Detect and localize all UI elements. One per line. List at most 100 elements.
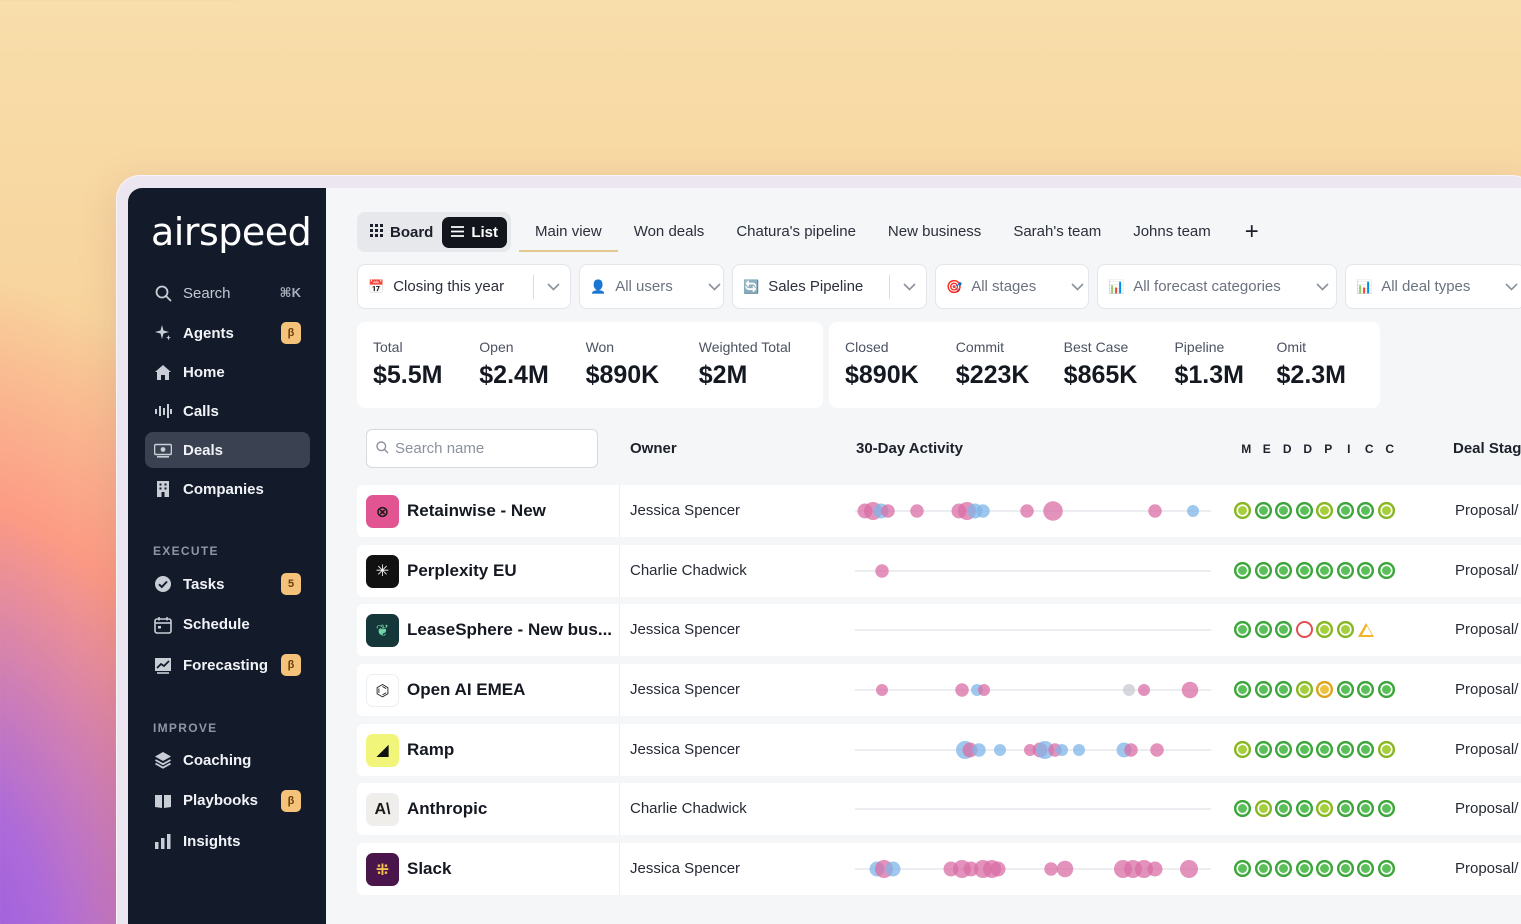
filter-sales-pipeline[interactable]: 🔄 Sales Pipeline <box>732 264 927 309</box>
meddpicc-status-icon[interactable] <box>1357 681 1374 699</box>
sidebar-item-calls[interactable]: Calls <box>145 393 310 429</box>
meddpicc-status-icon[interactable] <box>1275 561 1292 579</box>
activity-marker[interactable] <box>1181 681 1199 699</box>
table-row[interactable]: ✳ Perplexity EU Charlie Chadwick Proposal/ <box>357 544 1521 597</box>
filter-all-stages[interactable]: 🎯 All stages <box>935 264 1089 309</box>
meddpicc-status-icon[interactable] <box>1295 740 1313 758</box>
deal-stage[interactable]: Proposal/ <box>1455 741 1518 758</box>
list-toggle-button[interactable]: List <box>442 216 508 248</box>
meddpicc-status-icon[interactable] <box>1234 621 1251 639</box>
owner-column-header[interactable]: Owner <box>630 440 677 457</box>
sidebar-item-playbooks[interactable]: Playbooks β <box>145 783 310 819</box>
activity-marker[interactable] <box>1138 684 1150 697</box>
meddpicc-status-icon[interactable] <box>1234 860 1251 878</box>
activity-marker[interactable] <box>1020 504 1034 518</box>
deal-name[interactable]: Slack <box>407 859 451 879</box>
tab-new-business[interactable]: New business <box>872 212 997 252</box>
meddpicc-status-icon[interactable] <box>1254 502 1272 519</box>
deal-stage[interactable]: Proposal/ <box>1455 860 1518 877</box>
meddpicc-status-icon[interactable] <box>1357 800 1374 818</box>
meddpicc-status-icon[interactable] <box>1275 740 1292 758</box>
meddpicc-status-icon[interactable] <box>1254 621 1272 639</box>
activity-marker[interactable] <box>994 743 1006 756</box>
table-row[interactable]: ⁜ Slack Jessica Spencer Proposal/ <box>357 843 1521 896</box>
filter-all-deal-types[interactable]: 📊 All deal types <box>1345 264 1521 309</box>
tab-main-view[interactable]: Main view <box>519 212 618 252</box>
sidebar-search[interactable]: Search ⌘K <box>145 275 310 311</box>
tab-johns-team[interactable]: Johns team <box>1117 212 1227 252</box>
meddpicc-status-icon[interactable] <box>1377 561 1395 579</box>
meddpicc-status-icon[interactable] <box>1295 800 1313 818</box>
activity-marker[interactable] <box>990 861 1006 877</box>
activity-marker[interactable] <box>1148 504 1162 518</box>
meddpicc-status-icon[interactable] <box>1377 681 1395 699</box>
meddpicc-status-icon[interactable] <box>1336 681 1354 699</box>
meddpicc-status-icon[interactable] <box>1316 740 1333 758</box>
table-row[interactable]: ❦ LeaseSphere - New bus... Jessica Spencer… <box>357 604 1521 657</box>
meddpicc-status-icon[interactable] <box>1254 740 1272 758</box>
meddpicc-status-icon[interactable] <box>1316 800 1333 818</box>
table-row[interactable]: A\ Anthropic Charlie Chadwick Proposal/ <box>357 783 1521 836</box>
meddpicc-status-icon[interactable] <box>1254 681 1272 699</box>
activity-marker[interactable] <box>1073 743 1085 756</box>
meddpicc-status-icon[interactable] <box>1295 860 1313 878</box>
sidebar-item-coaching[interactable]: Coaching <box>145 742 310 778</box>
meddpicc-status-icon[interactable] <box>1336 502 1354 519</box>
sidebar-item-companies[interactable]: Companies <box>145 471 310 507</box>
meddpicc-status-icon[interactable] <box>1357 561 1374 579</box>
activity-marker[interactable] <box>875 563 889 578</box>
meddpicc-status-icon[interactable] <box>1377 860 1395 878</box>
table-row[interactable]: ⊗ Retainwise - New Jessica Spencer Proposal… <box>357 485 1521 537</box>
meddpicc-status-icon[interactable] <box>1377 800 1395 818</box>
tab-sarah-s-team[interactable]: Sarah's team <box>997 212 1117 252</box>
meddpicc-status-icon[interactable] <box>1275 502 1292 519</box>
activity-marker[interactable] <box>1056 743 1068 756</box>
tab-chatura-s-pipeline[interactable]: Chatura's pipeline <box>720 212 872 252</box>
meddpicc-status-icon[interactable] <box>1357 740 1374 758</box>
meddpicc-status-icon[interactable] <box>1357 860 1374 878</box>
meddpicc-status-icon[interactable] <box>1336 621 1354 639</box>
meddpicc-status-icon[interactable] <box>1234 502 1251 519</box>
meddpicc-status-icon[interactable] <box>1336 740 1354 758</box>
meddpicc-status-icon[interactable] <box>1316 502 1333 519</box>
table-row[interactable]: ◢ Ramp Jessica Spencer Proposal/ <box>357 723 1521 776</box>
meddpicc-status-icon[interactable] <box>1234 561 1251 579</box>
filter-all-users[interactable]: 👤 All users <box>579 264 724 309</box>
meddpicc-status-icon[interactable] <box>1295 502 1313 519</box>
meddpicc-status-icon[interactable] <box>1275 800 1292 818</box>
meddpicc-status-icon[interactable] <box>1295 621 1313 639</box>
meddpicc-status-icon[interactable] <box>1275 681 1292 699</box>
deal-name[interactable]: Ramp <box>407 740 454 760</box>
meddpicc-status-icon[interactable] <box>1377 740 1395 758</box>
filter-closing-this-year[interactable]: 📅 Closing this year <box>357 264 571 309</box>
board-toggle-button[interactable]: Board <box>361 217 442 248</box>
meddpicc-status-icon[interactable] <box>1254 860 1272 878</box>
meddpicc-status-icon[interactable] <box>1316 860 1333 878</box>
deal-stage[interactable]: Proposal/ <box>1455 681 1518 698</box>
activity-marker[interactable] <box>1123 684 1135 697</box>
deal-name[interactable]: Retainwise - New <box>407 501 546 521</box>
sidebar-item-insights[interactable]: Insights <box>145 823 310 859</box>
deal-stage[interactable]: Proposal/ <box>1455 621 1518 638</box>
meddpicc-status-icon[interactable] <box>1254 561 1272 579</box>
tab-won-deals[interactable]: Won deals <box>618 212 721 252</box>
activity-marker[interactable] <box>1187 505 1199 517</box>
meddpicc-status-icon[interactable] <box>1234 681 1251 699</box>
meddpicc-status-icon[interactable] <box>1357 621 1374 638</box>
add-view-button[interactable]: + <box>1245 212 1259 252</box>
activity-marker[interactable] <box>1124 743 1138 757</box>
meddpicc-status-icon[interactable] <box>1295 561 1313 579</box>
meddpicc-status-icon[interactable] <box>1377 502 1395 519</box>
meddpicc-status-icon[interactable] <box>1316 681 1333 699</box>
deal-stage[interactable]: Proposal/ <box>1455 502 1518 519</box>
activity-marker[interactable] <box>1180 860 1198 879</box>
activity-marker[interactable] <box>910 504 924 518</box>
activity-marker[interactable] <box>972 743 986 757</box>
meddpicc-status-icon[interactable] <box>1336 860 1354 878</box>
activity-marker[interactable] <box>876 684 888 697</box>
activity-marker[interactable] <box>976 504 990 518</box>
activity-marker[interactable] <box>881 504 895 518</box>
activity-marker[interactable] <box>885 861 901 877</box>
meddpicc-status-icon[interactable] <box>1275 621 1292 639</box>
activity-marker[interactable] <box>1147 861 1163 877</box>
